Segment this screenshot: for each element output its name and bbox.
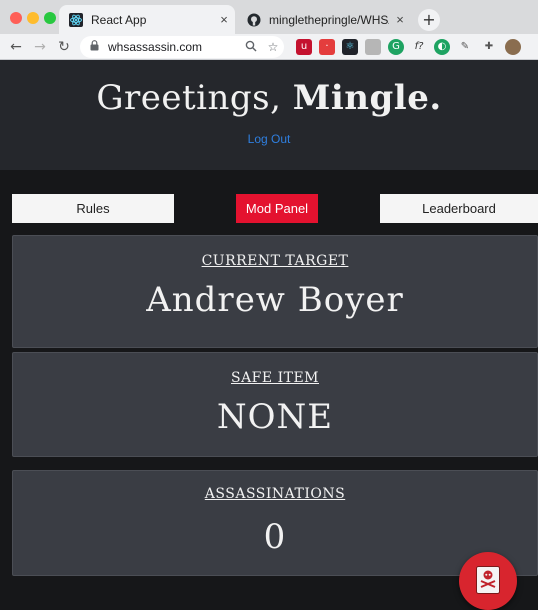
github-icon [247, 13, 261, 27]
greeting-name: Mingle. [292, 78, 442, 118]
logout-link[interactable]: Log Out [0, 132, 538, 146]
ublock-icon[interactable]: u [296, 39, 312, 55]
edit-icon[interactable]: ✎ [457, 39, 473, 55]
lock-icon [90, 40, 102, 54]
browser-toolbar: ← → ↻ whsassassin.com ☆ u · ⚛ G f? ◐ ✎ ✚ [0, 34, 538, 60]
leaderboard-button[interactable]: Leaderboard [380, 194, 538, 223]
current-target-card: CURRENT TARGET Andrew Boyer [12, 235, 538, 348]
puzzle-icon[interactable]: ✚ [481, 39, 497, 55]
tab-title: minglethepringle/WHSAssassin [269, 12, 389, 27]
minimize-window-button[interactable] [27, 12, 39, 24]
skull-crossbones-icon [476, 566, 500, 594]
search-icon[interactable] [240, 40, 262, 55]
address-bar[interactable]: whsassassin.com ☆ [80, 36, 284, 58]
tab-title: React App [91, 12, 147, 27]
app-header: Greetings, Mingle. Log Out [0, 60, 538, 170]
function-icon[interactable]: f? [411, 39, 427, 55]
browser-tab-bar: React App × minglethepringle/WHSAssassin… [0, 0, 538, 34]
close-window-button[interactable] [10, 12, 22, 24]
reload-icon[interactable]: ↻ [54, 37, 74, 57]
current-target-value: Andrew Boyer [146, 280, 404, 320]
current-target-label: CURRENT TARGET [201, 253, 349, 269]
assassinations-label: ASSASSINATIONS [204, 486, 346, 502]
assassinations-card: ASSASSINATIONS 0 [12, 470, 538, 576]
page-title: Greetings, Mingle. [0, 78, 538, 118]
back-arrow-icon[interactable]: ← [6, 37, 26, 57]
avatar[interactable] [505, 39, 521, 55]
greeting-prefix: Greetings, [96, 78, 293, 118]
tab-github[interactable]: minglethepringle/WHSAssassin × [237, 5, 411, 34]
rules-button[interactable]: Rules [12, 194, 174, 223]
new-tab-button[interactable]: + [418, 9, 440, 31]
extension-icon[interactable]: · [319, 39, 335, 55]
assassinations-count: 0 [263, 517, 287, 557]
safe-item-card: SAFE ITEM NONE [12, 352, 538, 457]
safe-item-label: SAFE ITEM [230, 370, 319, 386]
report-kill-button[interactable] [459, 552, 517, 610]
close-icon[interactable]: × [213, 12, 235, 27]
react-icon [69, 12, 83, 27]
maximize-window-button[interactable] [44, 12, 56, 24]
app-page: Greetings, Mingle. Log Out Rules Mod Pan… [0, 60, 538, 610]
forward-arrow-icon[interactable]: → [30, 37, 50, 57]
extension-icon[interactable] [365, 39, 381, 55]
mod-panel-button[interactable]: Mod Panel [236, 194, 318, 223]
url-text: whsassassin.com [108, 40, 203, 54]
tab-react-app[interactable]: React App × [59, 5, 235, 34]
safe-item-value: NONE [216, 397, 334, 437]
close-icon[interactable]: × [389, 12, 411, 27]
react-devtools-icon[interactable]: ⚛ [342, 39, 358, 55]
star-icon[interactable]: ☆ [262, 40, 284, 54]
extension-icon[interactable]: ◐ [434, 39, 450, 55]
grammarly-icon[interactable]: G [388, 39, 404, 55]
